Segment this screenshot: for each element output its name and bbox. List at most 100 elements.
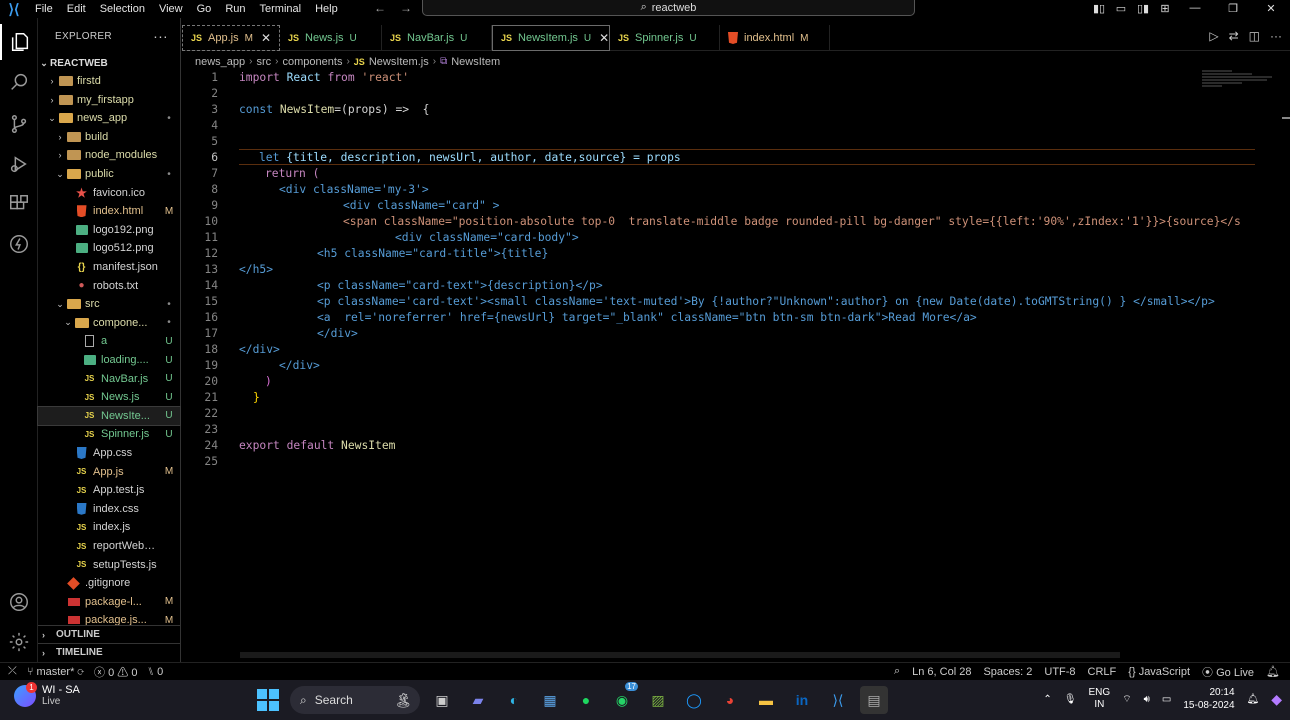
tree-folder[interactable]: ⌄ public •	[38, 165, 180, 183]
notifications-icon[interactable]: 🔔︎	[1247, 694, 1260, 705]
run-file-icon[interactable]: ▷	[1209, 29, 1218, 43]
language-mode[interactable]: {} JavaScript	[1128, 666, 1190, 678]
spotify-icon[interactable]: ●	[572, 686, 600, 714]
ports-indicator[interactable]: ⑊ 0	[147, 666, 163, 678]
tab-news-js[interactable]: JS News.js U	[280, 25, 382, 51]
command-center-search[interactable]: ⌕ reactweb	[422, 0, 915, 16]
settings-gear-icon[interactable]	[0, 624, 38, 660]
notifications-bell-icon[interactable]: 🔔︎	[1266, 665, 1280, 678]
customize-layout-icon[interactable]: ⊞	[1154, 2, 1176, 15]
toggle-secondary-sidebar-icon[interactable]: ▯▮	[1132, 2, 1154, 15]
breadcrumb-item[interactable]: NewsItem	[451, 56, 500, 68]
tree-file[interactable]: JS NewsIte... U	[37, 405, 181, 426]
close-tab-icon[interactable]: ✕	[599, 31, 609, 45]
account-icon[interactable]	[0, 584, 38, 620]
vertical-scrollbar[interactable]	[1282, 117, 1290, 119]
indentation[interactable]: Spaces: 2	[983, 666, 1032, 678]
tree-file[interactable]: JS reportWebVital...	[38, 537, 180, 555]
run-debug-icon[interactable]	[0, 146, 38, 182]
toggle-sidebar-icon[interactable]: ▮▯	[1088, 2, 1110, 15]
battery-icon[interactable]: ▭	[1162, 694, 1171, 705]
go-live-button[interactable]: ⦿ Go Live	[1202, 664, 1254, 680]
store-icon[interactable]: ▦	[536, 686, 564, 714]
language-indicator[interactable]: ENG IN	[1089, 687, 1111, 711]
problems-indicator[interactable]: ⓧ 0 ⚠ 0	[94, 664, 137, 680]
tree-folder[interactable]: › build	[38, 128, 180, 146]
tree-file[interactable]: JS setupTests.js	[38, 556, 180, 574]
encoding[interactable]: UTF-8	[1044, 666, 1075, 678]
code-editor[interactable]: 1 2 3 4 5 6 7 8 9 10 11 12 13 14 15 16 17 18 19 20 21 22 23 24 2…	[182, 69, 1282, 659]
wifi-icon[interactable]: ⌔	[1122, 693, 1131, 706]
end-of-line[interactable]: CRLF	[1088, 666, 1117, 678]
tree-file[interactable]: loading.... U	[38, 351, 180, 369]
remote-icon[interactable]: ⤫	[8, 665, 17, 678]
tab-spinner-js[interactable]: JS Spinner.js U	[610, 25, 720, 51]
live-share-icon[interactable]	[0, 226, 38, 262]
app-active-icon[interactable]: ▤	[860, 686, 888, 714]
tree-file[interactable]: JS News.js U	[38, 388, 180, 406]
outline-section[interactable]: › OUTLINE	[38, 625, 180, 643]
taskbar-search[interactable]: ⌕ Search 🏝︎	[290, 686, 420, 714]
chrome-icon[interactable]: ◕	[716, 686, 744, 714]
search-activity-icon[interactable]	[0, 64, 38, 100]
volume-icon[interactable]: 🔊︎	[1144, 694, 1150, 705]
breadcrumb-item[interactable]: src	[257, 56, 272, 68]
linkedin-icon[interactable]: in	[788, 686, 816, 714]
menu-file[interactable]: File	[28, 0, 60, 18]
tree-file[interactable]: .gitignore	[38, 574, 180, 592]
tree-folder[interactable]: › my_firstapp	[38, 91, 180, 109]
horizontal-scrollbar[interactable]	[240, 652, 1120, 658]
restore-icon[interactable]: ❐	[1214, 2, 1252, 15]
tree-file[interactable]: {} manifest.json	[38, 258, 180, 276]
minimap[interactable]	[1202, 69, 1282, 109]
timeline-section[interactable]: › TIMELINE	[38, 643, 180, 661]
minimize-icon[interactable]: —	[1176, 2, 1214, 14]
menu-run[interactable]: Run	[218, 0, 252, 18]
breadcrumb-item[interactable]: NewsItem.js	[369, 56, 429, 68]
tab-newsitem-js[interactable]: JS NewsItem.js U ✕	[492, 25, 610, 51]
teams-icon[interactable]: ▰	[464, 686, 492, 714]
menu-edit[interactable]: Edit	[60, 0, 93, 18]
breadcrumb-item[interactable]: components	[283, 56, 343, 68]
file-explorer-icon[interactable]: ▬	[752, 686, 780, 714]
tree-folder[interactable]: ⌄ src •	[38, 295, 180, 313]
tree-folder[interactable]: › node_modules	[38, 146, 180, 164]
close-tab-icon[interactable]: ✕	[261, 31, 271, 45]
extensions-icon[interactable]	[0, 186, 38, 222]
toggle-panel-icon[interactable]: ▭	[1110, 2, 1132, 15]
tab-app-js[interactable]: JS App.js M ✕	[182, 25, 280, 51]
task-view-icon[interactable]: ▣	[428, 686, 456, 714]
more-editor-actions-icon[interactable]: ···	[1270, 29, 1282, 43]
forward-arrow-icon[interactable]: →	[400, 0, 412, 16]
tree-file[interactable]: JS App.js M	[38, 463, 180, 481]
tree-file[interactable]: aU	[38, 332, 180, 350]
widgets-button[interactable]: 1 WI - SA Live	[14, 681, 80, 707]
git-branch[interactable]: ⑂ master* ⟳	[27, 666, 84, 678]
vscode-taskbar-icon[interactable]: ⟩⟨	[824, 686, 852, 714]
tree-folder[interactable]: › firstd	[38, 72, 180, 90]
tree-folder[interactable]: ⌄ news_app •	[38, 109, 180, 127]
copilot-icon[interactable]: ◆	[1271, 691, 1282, 708]
tab-navbar-js[interactable]: JS NavBar.js U	[382, 25, 492, 51]
tree-folder[interactable]: ⌄ compone... •	[38, 314, 180, 332]
more-actions-icon[interactable]: ···	[153, 28, 168, 44]
chevron-up-icon[interactable]: ⌃	[1043, 694, 1051, 705]
tree-file[interactable]: JS NavBar.js U	[38, 370, 180, 388]
breadcrumb-item[interactable]: news_app	[195, 56, 245, 68]
whatsapp-icon[interactable]: ◉ 17	[608, 682, 638, 714]
tree-file[interactable]: ★ favicon.ico	[38, 184, 180, 202]
app-circle-icon[interactable]: ◯	[680, 686, 708, 714]
windows-start-icon[interactable]	[254, 686, 282, 714]
tree-file[interactable]: package-l... M	[38, 593, 180, 611]
workspace-root[interactable]: ⌄ REACTWEB	[38, 54, 180, 72]
tree-file[interactable]: App.css	[38, 444, 180, 462]
tree-file[interactable]: JS Spinner.js U	[38, 425, 180, 443]
tree-file[interactable]: ● robots.txt	[38, 277, 180, 295]
compare-changes-icon[interactable]: ⇄	[1229, 29, 1239, 43]
close-window-icon[interactable]: ✕	[1252, 2, 1290, 15]
menu-help[interactable]: Help	[308, 0, 345, 18]
tree-file[interactable]: index.css	[38, 500, 180, 518]
edge-icon[interactable]: ◐	[500, 686, 528, 714]
menu-view[interactable]: View	[152, 0, 190, 18]
microphone-icon[interactable]: 🎙︎	[1064, 694, 1077, 705]
